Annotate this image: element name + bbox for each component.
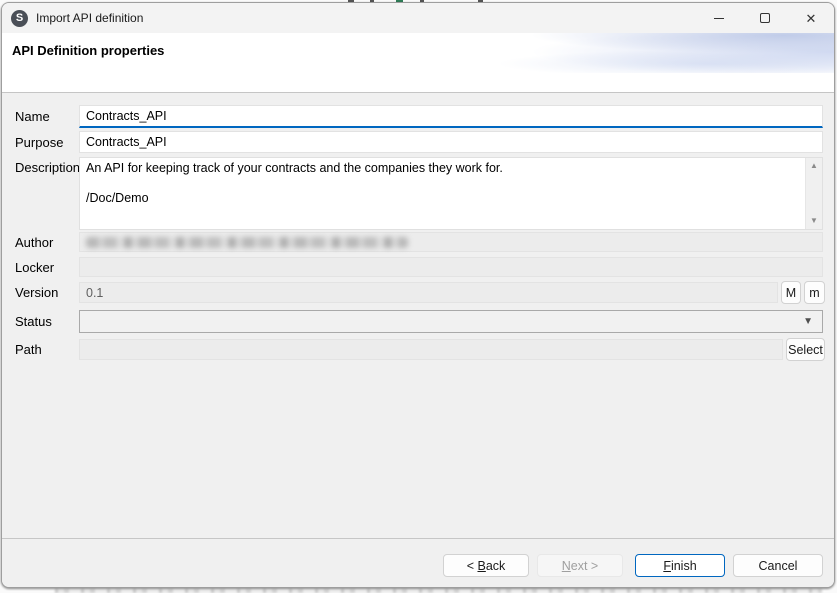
version-field: 0.1: [79, 282, 778, 303]
version-label: Version: [15, 282, 77, 303]
back-button[interactable]: < Back: [443, 554, 529, 577]
version-value: 0.1: [86, 286, 103, 300]
path-field: [79, 339, 783, 360]
scroll-up-icon[interactable]: ▲: [810, 158, 818, 174]
version-major-button[interactable]: M: [781, 281, 801, 304]
import-api-definition-dialog: S Import API definition ✕ API Definition…: [1, 2, 835, 588]
next-button[interactable]: Next >: [537, 554, 623, 577]
purpose-label: Purpose: [15, 131, 77, 153]
name-input[interactable]: [79, 105, 823, 128]
titlebar: S Import API definition ✕: [2, 3, 834, 33]
description-textarea[interactable]: An API for keeping track of your contrac…: [79, 157, 823, 230]
locker-label: Locker: [15, 257, 77, 277]
minimize-button[interactable]: [696, 3, 742, 33]
button-bar: < Back Next > Finish Cancel: [2, 538, 834, 587]
author-label: Author: [15, 232, 77, 252]
version-minor-button[interactable]: m: [804, 281, 825, 304]
background-artifact: [55, 589, 822, 593]
maximize-button[interactable]: [742, 3, 788, 33]
author-redacted-text: [86, 237, 408, 248]
back-label: < Back: [467, 559, 506, 573]
description-label: Description: [15, 158, 77, 176]
minimize-icon: [714, 18, 724, 19]
chevron-down-icon: ▼: [803, 316, 816, 327]
close-button[interactable]: ✕: [788, 3, 834, 33]
window-controls: ✕: [696, 3, 834, 33]
finish-button[interactable]: Finish: [635, 554, 725, 577]
window-title: Import API definition: [36, 11, 143, 25]
path-select-button[interactable]: Select: [786, 338, 825, 361]
next-label: Next >: [562, 559, 598, 573]
scroll-down-icon[interactable]: ▼: [810, 213, 818, 229]
author-field: [79, 232, 823, 252]
cancel-label: Cancel: [759, 559, 798, 573]
page-title: API Definition properties: [12, 43, 164, 58]
status-label: Status: [15, 310, 77, 333]
locker-field: [79, 257, 823, 277]
banner-gradient: [414, 33, 834, 73]
app-logo-icon: S: [11, 10, 28, 27]
name-label: Name: [15, 105, 77, 128]
path-label: Path: [15, 339, 77, 360]
wizard-banner: API Definition properties: [2, 33, 834, 93]
cancel-button[interactable]: Cancel: [733, 554, 823, 577]
purpose-input[interactable]: [79, 131, 823, 153]
maximize-icon: [760, 13, 770, 23]
finish-label: Finish: [663, 559, 696, 573]
close-icon: ✕: [806, 12, 817, 25]
description-text: An API for keeping track of your contrac…: [80, 158, 804, 229]
description-scrollbar[interactable]: ▲ ▼: [805, 158, 822, 229]
status-dropdown[interactable]: ▼: [79, 310, 823, 333]
